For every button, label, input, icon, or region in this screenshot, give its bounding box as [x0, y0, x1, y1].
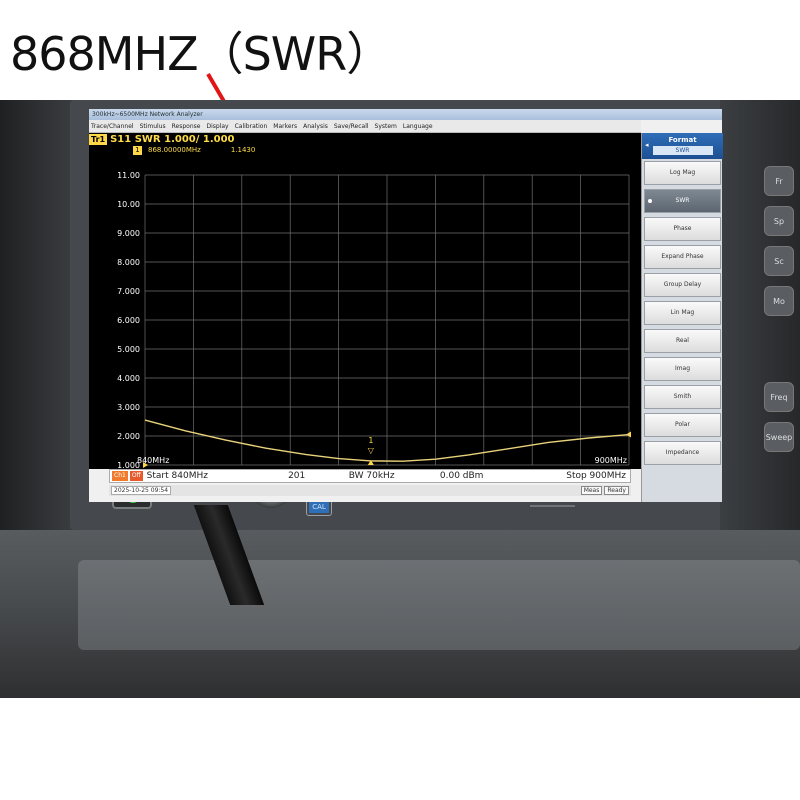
menu-markers[interactable]: Markers	[273, 123, 297, 130]
y-tick-label: 5.000	[117, 345, 140, 354]
trace-label: S11 SWR 1.000/ 1.000	[110, 133, 235, 145]
caption-title: 868MHZ（SWR）	[10, 27, 392, 81]
window-title: 300kHz~6500MHz Network Analyzer	[89, 109, 722, 120]
front-panel	[0, 530, 800, 698]
softkey-lin-mag[interactable]: Lin Mag	[644, 301, 721, 325]
product-image: 868MHZ（SWR） Fr Sp Sc Mo Freq Sweep 1 CAL	[0, 0, 800, 800]
y-tick-label: 10.00	[117, 200, 140, 209]
softkey-phase[interactable]: Phase	[644, 217, 721, 241]
if-bandwidth[interactable]: BW 70kHz	[327, 471, 417, 481]
softkey-header: ◂ Format SWR	[642, 133, 723, 159]
trace-header: Tr1 S11 SWR 1.000/ 1.000	[89, 133, 235, 145]
swr-chart: 11.00 10.00 9.000 8.000 7.000 6.000 5.000 4.000…	[117, 171, 631, 469]
front-panel-inset	[78, 560, 800, 650]
menu-display[interactable]: Display	[206, 123, 228, 130]
menu-save-recall[interactable]: Save/Recall	[334, 123, 369, 130]
meas-indicator: Meas	[580, 486, 603, 495]
menu-language[interactable]: Language	[403, 123, 433, 130]
softkey-smith[interactable]: Smith	[644, 385, 721, 409]
side-key-sweep[interactable]: Sweep	[764, 422, 794, 452]
x-stop-label: 900MHz	[595, 456, 627, 465]
channel-tag: Ch1	[112, 471, 128, 481]
softkey-polar[interactable]: Polar	[644, 413, 721, 437]
side-key-2[interactable]: Sp	[764, 206, 794, 236]
bottom-status-bar: 2025-10-25 09:54 Meas Ready	[109, 485, 631, 496]
marker-readout: 1 868.00000MHz 1.1430	[133, 145, 255, 155]
side-key-3[interactable]: Sc	[764, 246, 794, 276]
softkey-real[interactable]: Real	[644, 329, 721, 353]
softkey-group-delay[interactable]: Group Delay	[644, 273, 721, 297]
side-key-4[interactable]: Mo	[764, 286, 794, 316]
y-tick-label: 11.00	[117, 171, 140, 180]
menu-trace-channel[interactable]: Trace/Channel	[91, 123, 134, 130]
timestamp: 2025-10-25 09:54	[111, 486, 172, 495]
marker-value: 1.1430	[230, 146, 256, 154]
ready-indicator: Ready	[604, 486, 629, 495]
status-bar: Ch1 Off Start 840MHz 201 BW 70kHz 0.00 d…	[109, 469, 631, 483]
menu-analysis[interactable]: Analysis	[303, 123, 328, 130]
y-tick-label: 6.000	[117, 316, 140, 325]
port-badge: CAL	[309, 501, 329, 513]
back-arrow-icon[interactable]: ◂	[645, 141, 649, 149]
side-key-freq[interactable]: Freq	[764, 382, 794, 412]
bezel-left	[0, 100, 75, 540]
stop-frequency[interactable]: Stop 900MHz	[507, 471, 630, 481]
softkey-expand-phase[interactable]: Expand Phase	[644, 245, 721, 269]
trace-tag[interactable]: Tr1	[89, 133, 108, 145]
menu-calibration[interactable]: Calibration	[235, 123, 268, 130]
softkey-current-format: SWR	[652, 146, 713, 155]
menu-stimulus[interactable]: Stimulus	[140, 123, 166, 130]
source-power[interactable]: 0.00 dBm	[417, 471, 507, 481]
softkey-panel: ◂ Format SWR Log Mag SWR Phase Expand Ph…	[641, 133, 723, 502]
bezel-right: Fr Sp Sc Mo Freq Sweep	[720, 100, 800, 540]
softkey-swr[interactable]: SWR	[644, 189, 721, 213]
y-tick-label: 7.000	[117, 287, 140, 296]
softkey-log-mag[interactable]: Log Mag	[644, 161, 721, 185]
y-tick-label: 9.000	[117, 229, 140, 238]
plot-area[interactable]: 11.00 10.00 9.000 8.000 7.000 6.000 5.000 4.000…	[89, 133, 641, 469]
x-start-label: 840MHz	[137, 456, 169, 465]
menu-response[interactable]: Response	[172, 123, 201, 130]
sweep-points[interactable]: 201	[267, 471, 327, 481]
marker-tag: 1	[133, 145, 142, 155]
y-tick-label: 2.000	[117, 432, 140, 441]
softkey-imag[interactable]: Imag	[644, 357, 721, 381]
analyzer-screen: 300kHz~6500MHz Network Analyzer Trace/Ch…	[89, 109, 723, 502]
softkey-impedance[interactable]: Impedance	[644, 441, 721, 465]
selected-dot-icon	[648, 199, 652, 203]
menu-system[interactable]: System	[375, 123, 397, 130]
side-key-1[interactable]: Fr	[764, 166, 794, 196]
y-tick-label: 8.000	[117, 258, 140, 267]
y-tick-label: 4.000	[117, 374, 140, 383]
y-tick-label: 3.000	[117, 403, 140, 412]
menu-bar: Trace/Channel Stimulus Response Display …	[89, 120, 641, 133]
start-frequency[interactable]: Start 840MHz	[147, 471, 267, 481]
softkey-swr-label: SWR	[675, 197, 690, 204]
softkey-title: Format	[668, 136, 697, 144]
marker-plot-label: 1	[368, 436, 373, 445]
marker-triangle-icon: ▽	[368, 446, 375, 455]
off-tag: Off	[129, 471, 143, 481]
marker-frequency: 868.00000MHz	[148, 146, 201, 154]
